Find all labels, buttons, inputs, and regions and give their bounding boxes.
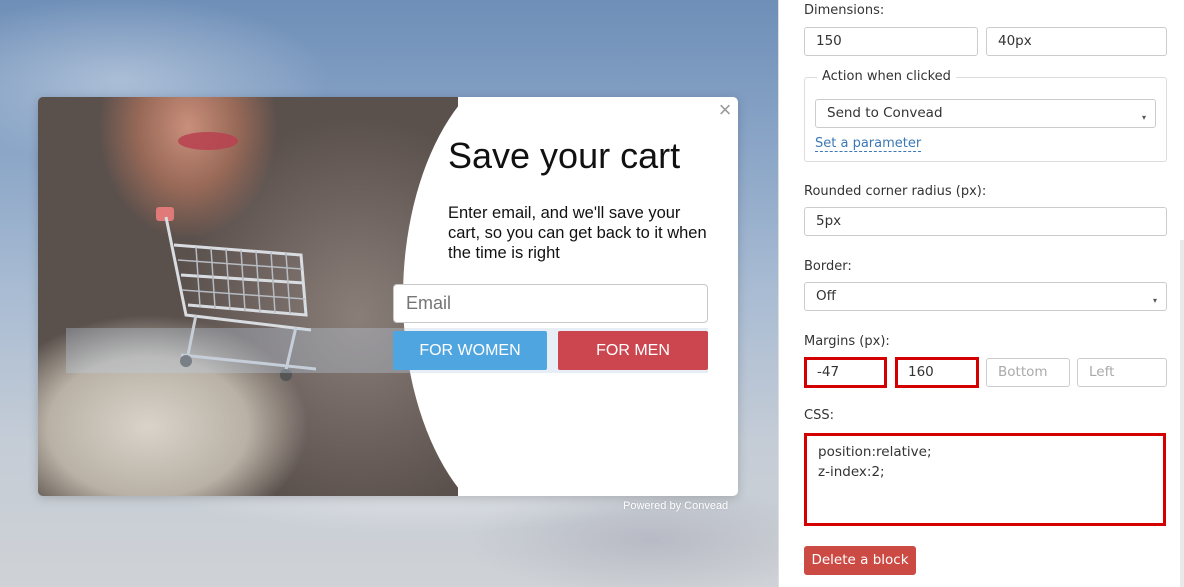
chevron-down-icon: ▾ xyxy=(1152,296,1157,305)
action-select[interactable]: Send to Convead ▾ xyxy=(815,99,1156,128)
margin-right-input[interactable]: 160 xyxy=(895,357,979,388)
margin-left-input[interactable]: Left xyxy=(1077,358,1167,387)
panel-scrollbar[interactable] xyxy=(1180,240,1184,587)
css-label: CSS: xyxy=(804,408,834,423)
margin-top-input[interactable]: -47 xyxy=(804,357,887,388)
height-input[interactable]: 40px xyxy=(986,27,1167,56)
close-icon[interactable]: × xyxy=(714,99,736,121)
powered-by-link[interactable]: Powered by Convead xyxy=(623,500,728,512)
radius-input[interactable]: 5px xyxy=(804,207,1167,236)
for-men-button[interactable]: FOR MEN xyxy=(558,331,708,370)
delete-block-button[interactable]: Delete a block xyxy=(804,546,916,575)
photo-detail xyxy=(178,132,238,150)
width-input[interactable]: 150 xyxy=(804,27,978,56)
block-settings-panel: Dimensions: 150 40px Action when clicked… xyxy=(778,0,1184,587)
radius-label: Rounded corner radius (px): xyxy=(804,184,987,199)
margins-label: Margins (px): xyxy=(804,334,890,349)
margin-bottom-input[interactable]: Bottom xyxy=(986,358,1070,387)
border-selected-value: Off xyxy=(816,288,836,304)
action-legend: Action when clicked xyxy=(817,69,956,84)
email-input[interactable] xyxy=(393,284,708,323)
for-women-button[interactable]: FOR WOMEN xyxy=(393,331,547,370)
action-selected-value: Send to Convead xyxy=(827,105,943,121)
set-parameter-link[interactable]: Set a parameter xyxy=(815,136,922,152)
border-label: Border: xyxy=(804,259,852,274)
cart-popup: × Save your cart Enter email, and we'll … xyxy=(38,97,738,496)
border-select[interactable]: Off ▾ xyxy=(804,282,1167,311)
popup-description: Enter email, and we'll save your cart, s… xyxy=(448,204,707,262)
css-textarea[interactable]: position:relative; z-index:2; xyxy=(804,433,1166,526)
chevron-down-icon: ▾ xyxy=(1141,113,1146,122)
popup-title: Save your cart xyxy=(448,135,681,176)
dimensions-label: Dimensions: xyxy=(804,3,885,18)
